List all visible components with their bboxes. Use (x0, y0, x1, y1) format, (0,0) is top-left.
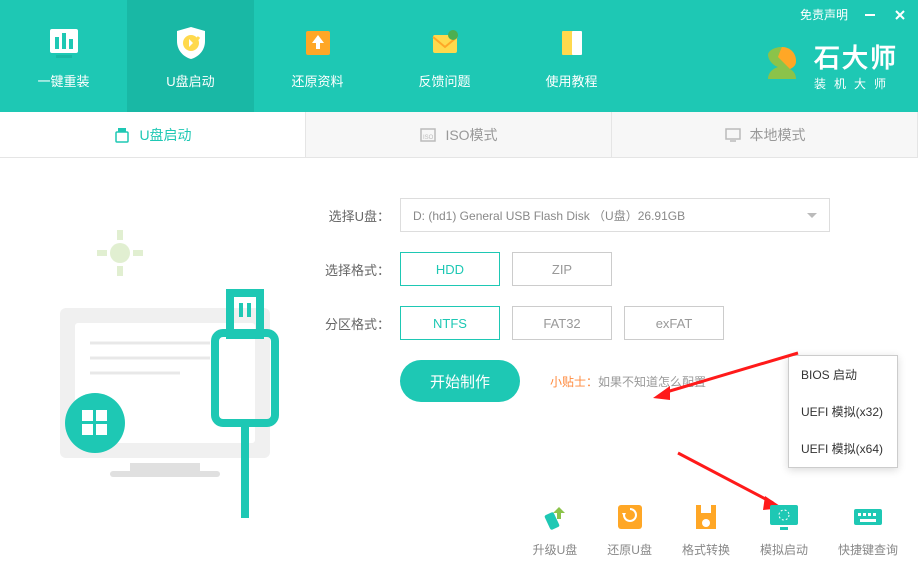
brand-sub: 装机大师 (814, 75, 898, 92)
action-convert[interactable]: 格式转换 (682, 499, 730, 558)
tab-local[interactable]: 本地模式 (612, 112, 918, 157)
format-zip[interactable]: ZIP (512, 252, 612, 286)
tip-label: 小贴士： (550, 375, 598, 389)
header: 一键重装 U盘启动 还原资料 反馈问题 使用教程 免责声明 石大师 装机大师 (0, 0, 918, 112)
nav-label: U盘启动 (166, 71, 214, 90)
mail-icon (425, 23, 465, 63)
action-simulate[interactable]: 模拟启动 (760, 499, 808, 558)
tip: 小贴士：如果不知道怎么配置 (550, 373, 706, 390)
action-label: 升级U盘 (533, 541, 578, 558)
tab-label: ISO模式 (445, 125, 497, 145)
action-label: 还原U盘 (607, 541, 652, 558)
action-label: 格式转换 (682, 541, 730, 558)
nav-reinstall[interactable]: 一键重装 (0, 0, 127, 112)
brand-name: 石大师 (814, 38, 898, 75)
gear-icon (95, 228, 145, 278)
usb-value: D: (hd1) General USB Flash Disk （U盘）26.9… (413, 207, 685, 224)
action-label: 模拟启动 (760, 541, 808, 558)
usb-icon (113, 126, 131, 144)
action-label: 快捷键查询 (838, 541, 898, 558)
minimize-button[interactable] (862, 7, 878, 23)
svg-text:ISO: ISO (423, 135, 434, 141)
format-hdd[interactable]: HDD (400, 252, 500, 286)
popup-bios[interactable]: BIOS 启动 (789, 356, 897, 393)
fs-exfat[interactable]: exFAT (624, 306, 724, 340)
tab-iso[interactable]: ISO ISO模式 (306, 112, 612, 157)
tab-usb-boot[interactable]: U盘启动 (0, 112, 306, 157)
tip-text: 如果不知道怎么配置 (598, 375, 706, 389)
popup-uefi64[interactable]: UEFI 模拟(x64) (789, 430, 897, 467)
nav-restore[interactable]: 还原资料 (254, 0, 381, 112)
nav-tutorial[interactable]: 使用教程 (508, 0, 635, 112)
action-upgrade[interactable]: 升级U盘 (533, 499, 578, 558)
illustration (40, 198, 300, 518)
restore-icon (612, 499, 648, 535)
mode-tabs: U盘启动 ISO ISO模式 本地模式 (0, 112, 918, 158)
start-button[interactable]: 开始制作 (400, 360, 520, 402)
usb-select[interactable]: D: (hd1) General USB Flash Disk （U盘）26.9… (400, 198, 830, 232)
keyboard-icon (850, 499, 886, 535)
iso-icon: ISO (419, 126, 437, 144)
brand-logo: 石大师 装机大师 (760, 38, 898, 92)
nav-feedback[interactable]: 反馈问题 (381, 0, 508, 112)
close-button[interactable] (892, 7, 908, 23)
disclaimer-link[interactable]: 免责声明 (800, 6, 848, 23)
nav-label: 反馈问题 (418, 71, 470, 90)
fs-fat32[interactable]: FAT32 (512, 306, 612, 340)
fs-label: 分区格式： (320, 314, 390, 333)
nav-label: 一键重装 (37, 71, 89, 90)
usb-up-icon (537, 499, 573, 535)
monitor-icon (766, 499, 802, 535)
usb-label: 选择U盘： (320, 206, 390, 225)
main-content: 选择U盘： D: (hd1) General USB Flash Disk （U… (0, 158, 918, 518)
tab-label: U盘启动 (139, 125, 191, 145)
action-restore[interactable]: 还原U盘 (607, 499, 652, 558)
upload-icon (298, 23, 338, 63)
logo-icon (760, 43, 804, 87)
action-hotkey[interactable]: 快捷键查询 (838, 499, 898, 558)
fs-ntfs[interactable]: NTFS (400, 306, 500, 340)
nav-label: 使用教程 (545, 71, 597, 90)
monitor-icon (724, 126, 742, 144)
window-controls: 免责声明 (800, 6, 908, 23)
bottom-actions: 升级U盘 还原U盘 格式转换 模拟启动 快捷键查询 (533, 499, 898, 558)
popup-uefi32[interactable]: UEFI 模拟(x32) (789, 393, 897, 430)
format-label: 选择格式： (320, 260, 390, 279)
tab-label: 本地模式 (750, 125, 806, 145)
disk-icon (688, 499, 724, 535)
chart-icon (44, 23, 84, 63)
book-icon (552, 23, 592, 63)
boot-popup: BIOS 启动 UEFI 模拟(x32) UEFI 模拟(x64) (788, 355, 898, 468)
nav-usb-boot[interactable]: U盘启动 (127, 0, 254, 112)
nav-label: 还原资料 (291, 71, 343, 90)
shield-icon (171, 23, 211, 63)
